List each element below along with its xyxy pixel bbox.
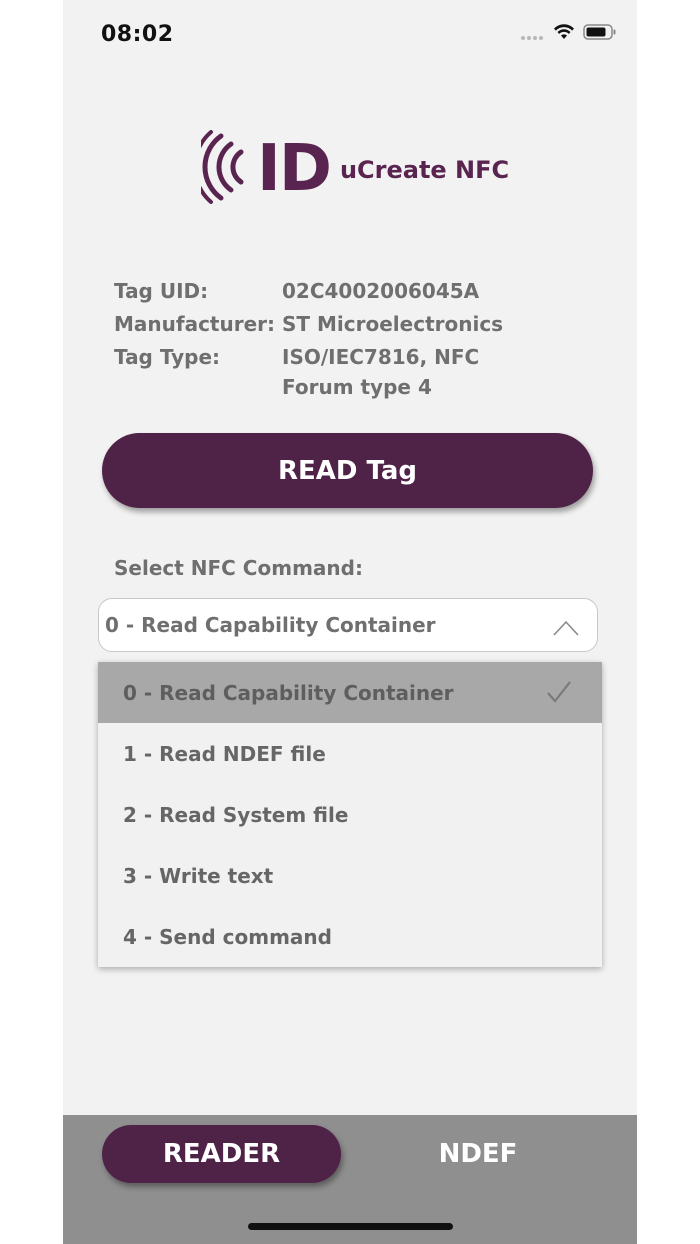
command-dropdown: 0 - Read Capability Container 1 - Read N… bbox=[98, 662, 602, 967]
manufacturer-value: ST Microelectronics bbox=[282, 312, 504, 336]
command-option-label: 0 - Read Capability Container bbox=[123, 680, 454, 705]
tag-info-row: Tag UID: 02C4002006045A bbox=[114, 276, 552, 306]
select-command-label: Select NFC Command: bbox=[114, 556, 363, 580]
command-option-0[interactable]: 0 - Read Capability Container bbox=[98, 662, 602, 723]
tag-info: Tag UID: 02C4002006045A Manufacturer: ST… bbox=[114, 276, 552, 405]
chevron-up-icon[interactable] bbox=[553, 617, 579, 641]
status-time: 08:02 bbox=[101, 22, 174, 47]
home-indicator[interactable] bbox=[248, 1223, 453, 1230]
manufacturer-label: Manufacturer: bbox=[114, 312, 276, 336]
command-option-2[interactable]: 2 - Read System file bbox=[98, 784, 602, 845]
tab-reader[interactable]: READER bbox=[102, 1125, 341, 1183]
battery-icon bbox=[583, 24, 617, 44]
command-option-3[interactable]: 3 - Write text bbox=[98, 845, 602, 906]
checkmark-icon bbox=[546, 680, 572, 709]
command-option-label: 4 - Send command bbox=[123, 924, 332, 949]
logo-text: uCreate NFC bbox=[339, 156, 510, 184]
app-screen: 08:02 ID uCreate NFC Tag UID: 02C4002006… bbox=[63, 0, 637, 1244]
tag-uid-label: Tag UID: bbox=[114, 279, 209, 303]
signal-dots-icon bbox=[521, 25, 545, 44]
command-option-label: 3 - Write text bbox=[123, 863, 274, 888]
wifi-icon bbox=[553, 24, 575, 44]
command-option-label: 1 - Read NDEF file bbox=[123, 741, 326, 766]
tag-type-value: ISO/IEC7816, NFC Forum type 4 bbox=[282, 345, 480, 399]
command-option-label: 2 - Read System file bbox=[123, 802, 349, 827]
command-select-value: 0 - Read Capability Container bbox=[105, 613, 436, 637]
bottom-tab-bar: READER NDEF bbox=[63, 1115, 637, 1244]
tag-info-row: Manufacturer: ST Microelectronics bbox=[114, 309, 552, 339]
tag-uid-value: 02C4002006045A bbox=[282, 279, 480, 303]
nfc-waves-icon bbox=[192, 130, 253, 208]
tab-ndef[interactable]: NDEF bbox=[383, 1125, 573, 1183]
status-icons bbox=[521, 24, 617, 44]
app-logo: ID uCreate NFC bbox=[192, 130, 510, 208]
tag-info-row: Tag Type: ISO/IEC7816, NFC Forum type 4 bbox=[114, 342, 552, 402]
command-select[interactable]: 0 - Read Capability Container bbox=[98, 598, 598, 652]
read-tag-button[interactable]: READ Tag bbox=[102, 433, 593, 508]
command-option-4[interactable]: 4 - Send command bbox=[98, 906, 602, 967]
logo-mark: ID bbox=[257, 132, 332, 206]
tag-type-label: Tag Type: bbox=[114, 345, 221, 369]
command-option-1[interactable]: 1 - Read NDEF file bbox=[98, 723, 602, 784]
